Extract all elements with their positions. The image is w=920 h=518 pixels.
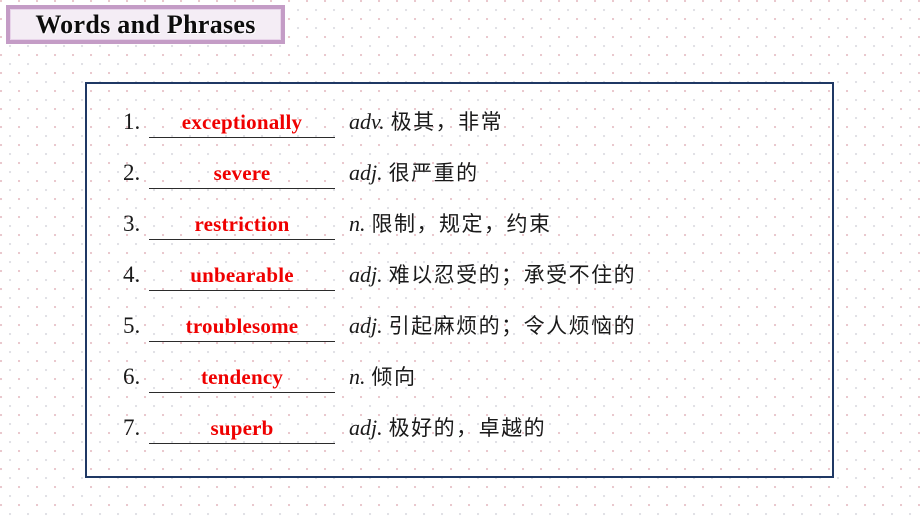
list-item: 3. restriction n. 限制，规定，约束 [123, 208, 826, 259]
list-item-index: 4. [123, 262, 141, 287]
list-item-index: 1. [123, 109, 141, 134]
answer-blank[interactable]: unbearable [149, 260, 335, 291]
list-item: 7. superb adj. 极好的，卓越的 [123, 412, 826, 463]
chinese-meaning: 难以忍受的；承受不住的 [388, 263, 637, 287]
part-of-speech: adv. [349, 109, 385, 134]
chinese-meaning: 极其，非常 [390, 110, 504, 134]
answer-blank[interactable]: severe [149, 158, 335, 189]
list-item: 5. troublesome adj. 引起麻烦的；令人烦恼的 [123, 310, 826, 361]
list-item-index: 5. [123, 313, 141, 338]
answer-blank[interactable]: exceptionally [149, 107, 335, 138]
answer-word: unbearable [190, 263, 294, 287]
answer-blank[interactable]: troublesome [149, 311, 335, 342]
list-item: 1. exceptionally adv. 极其，非常 [123, 106, 826, 157]
part-of-speech: adj. [349, 313, 383, 338]
chinese-meaning: 倾向 [371, 365, 417, 389]
vocabulary-content-box: 1. exceptionally adv. 极其，非常 2. severe ad… [85, 82, 834, 478]
answer-blank[interactable]: superb [149, 413, 335, 444]
list-item: 2. severe adj. 很严重的 [123, 157, 826, 208]
list-item-index: 7. [123, 415, 141, 440]
answer-word: superb [210, 416, 274, 440]
answer-blank[interactable]: tendency [149, 362, 335, 393]
page-title: Words and Phrases [35, 9, 256, 39]
answer-word: troublesome [185, 314, 299, 338]
chinese-meaning: 极好的，卓越的 [388, 416, 547, 440]
vocabulary-list: 1. exceptionally adv. 极其，非常 2. severe ad… [123, 106, 826, 463]
part-of-speech: n. [349, 211, 366, 236]
list-item: 4. unbearable adj. 难以忍受的；承受不住的 [123, 259, 826, 310]
answer-word: tendency [200, 365, 284, 389]
part-of-speech: adj. [349, 160, 383, 185]
list-item-index: 6. [123, 364, 141, 389]
slide-title-plate: Words and Phrases [6, 5, 285, 44]
list-item-index: 3. [123, 211, 141, 236]
part-of-speech: adj. [349, 415, 383, 440]
answer-blank[interactable]: restriction [149, 209, 335, 240]
chinese-meaning: 引起麻烦的；令人烦恼的 [388, 314, 637, 338]
answer-word: exceptionally [181, 110, 303, 134]
part-of-speech: adj. [349, 262, 383, 287]
list-item-index: 2. [123, 160, 141, 185]
part-of-speech: n. [349, 364, 366, 389]
chinese-meaning: 限制，规定，约束 [371, 212, 552, 236]
answer-word: severe [213, 161, 271, 185]
answer-word: restriction [194, 212, 290, 236]
list-item: 6. tendency n. 倾向 [123, 361, 826, 412]
slide-title-plate-inner: Words and Phrases [10, 9, 281, 40]
chinese-meaning: 很严重的 [388, 161, 479, 185]
